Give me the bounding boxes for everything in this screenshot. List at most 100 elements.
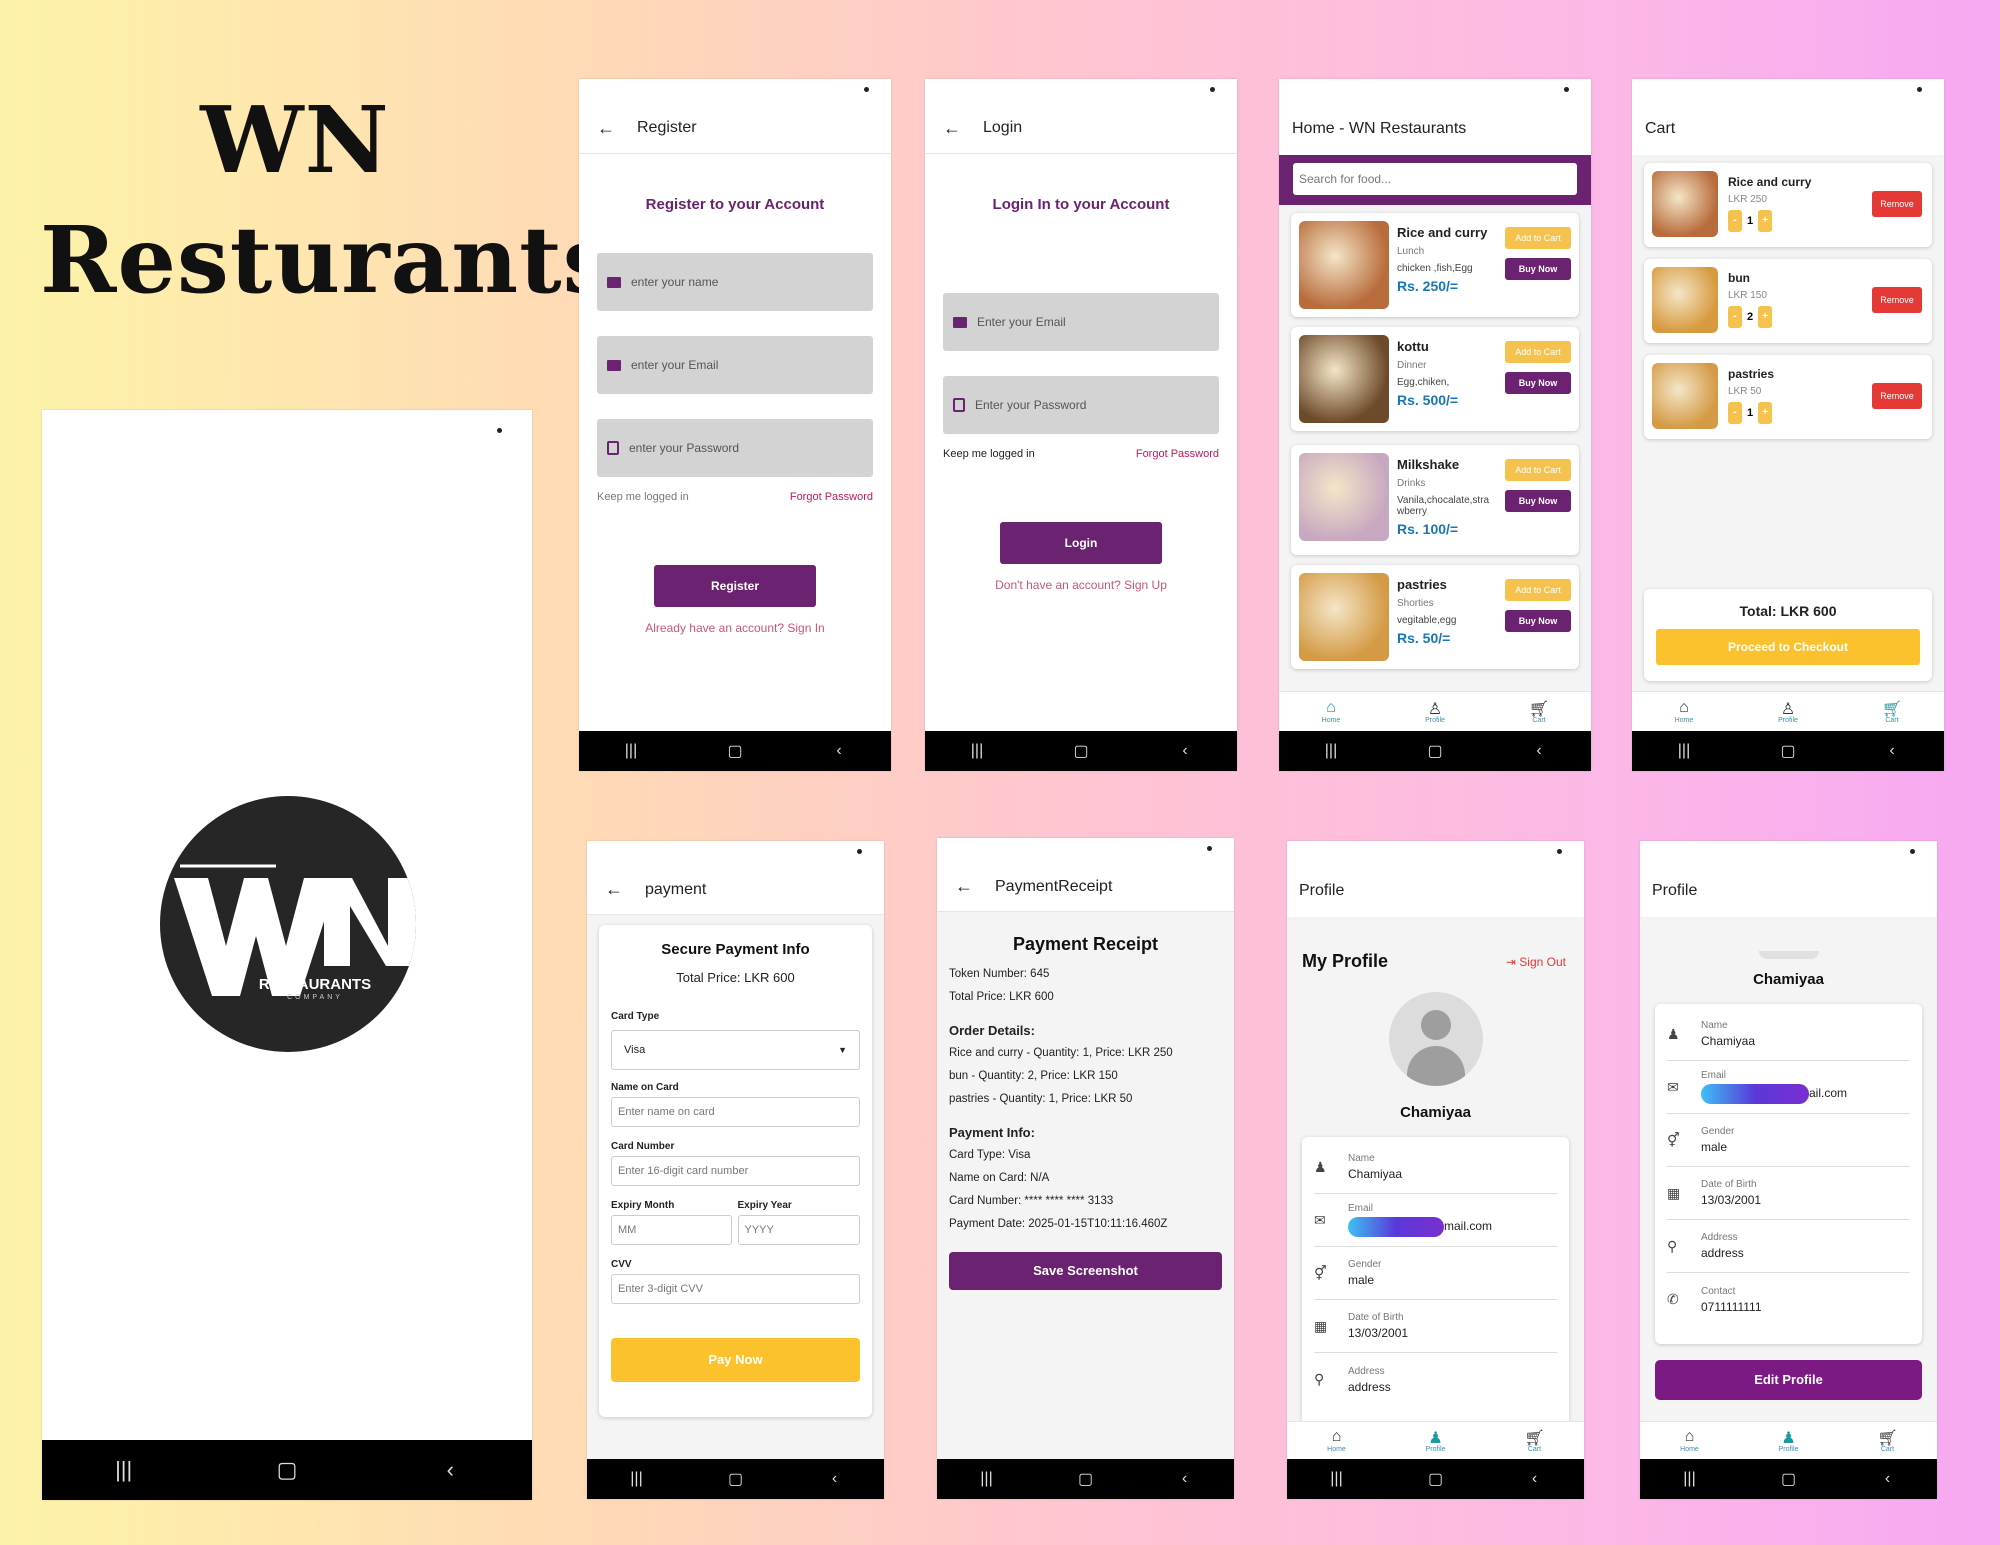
nav-profile[interactable]: ♙ Profile bbox=[1763, 699, 1813, 724]
increase-qty-button[interactable]: + bbox=[1758, 306, 1773, 328]
nav-profile[interactable]: ♟ Profile bbox=[1764, 1428, 1814, 1453]
location-icon: ⚲ bbox=[1667, 1237, 1678, 1254]
increase-qty-button[interactable]: + bbox=[1758, 210, 1773, 232]
save-screenshot-button[interactable]: Save Screenshot bbox=[949, 1252, 1222, 1290]
home-circle-icon[interactable]: ▢ bbox=[1066, 1469, 1106, 1489]
register-button[interactable]: Register bbox=[654, 565, 816, 607]
logout-icon: ⇥ bbox=[1505, 954, 1516, 969]
nav-cart[interactable]: 🛒︎ Cart bbox=[1867, 699, 1917, 724]
recent-icon[interactable]: ||| bbox=[1664, 742, 1704, 760]
expiry-month-input[interactable]: MM bbox=[611, 1215, 732, 1245]
back-arrow-icon[interactable]: ← bbox=[955, 876, 973, 897]
home-circle-icon[interactable]: ▢ bbox=[1061, 741, 1101, 761]
nav-home[interactable]: ⌂ Home bbox=[1665, 1428, 1715, 1453]
recent-icon[interactable]: ||| bbox=[104, 1457, 144, 1483]
remove-button[interactable]: Remove bbox=[1872, 287, 1922, 313]
home-circle-icon[interactable]: ▢ bbox=[716, 1469, 756, 1489]
name-field[interactable]: enter your name bbox=[597, 253, 873, 311]
home-circle-icon[interactable]: ▢ bbox=[267, 1457, 307, 1483]
nav-cart[interactable]: 🛒︎ Cart bbox=[1863, 1428, 1913, 1453]
increase-qty-button[interactable]: + bbox=[1758, 402, 1773, 424]
recent-icon[interactable]: ||| bbox=[1317, 1470, 1357, 1488]
home-circle-icon[interactable]: ▢ bbox=[1769, 1469, 1809, 1489]
recent-icon[interactable]: ||| bbox=[957, 742, 997, 760]
person-icon: ♙ bbox=[1427, 701, 1443, 718]
password-field[interactable]: Enter your Password bbox=[943, 376, 1219, 434]
decrease-qty-button[interactable]: - bbox=[1728, 210, 1742, 232]
back-icon[interactable]: ‹ bbox=[1165, 1470, 1205, 1488]
forgot-password-link[interactable]: Forgot Password bbox=[1136, 448, 1219, 460]
back-icon[interactable]: ‹ bbox=[1165, 742, 1205, 760]
back-arrow-icon[interactable]: ← bbox=[597, 118, 615, 139]
decrease-qty-button[interactable]: - bbox=[1728, 402, 1742, 424]
back-icon[interactable]: ‹ bbox=[1868, 1470, 1908, 1488]
buy-now-button[interactable]: Buy Now bbox=[1505, 258, 1571, 280]
add-to-cart-button[interactable]: Add to Cart bbox=[1505, 341, 1571, 363]
add-to-cart-button[interactable]: Add to Cart bbox=[1505, 459, 1571, 481]
back-icon[interactable]: ‹ bbox=[1519, 742, 1559, 760]
page-title: Register bbox=[637, 119, 697, 136]
back-icon[interactable]: ‹ bbox=[430, 1457, 470, 1483]
recent-icon[interactable]: ||| bbox=[967, 1470, 1007, 1488]
pay-now-button[interactable]: Pay Now bbox=[611, 1338, 860, 1382]
recent-icon[interactable]: ||| bbox=[1311, 742, 1351, 760]
forgot-password-link[interactable]: Forgot Password bbox=[790, 491, 873, 503]
recent-icon[interactable]: ||| bbox=[617, 1470, 657, 1488]
buy-now-button[interactable]: Buy Now bbox=[1505, 490, 1571, 512]
add-to-cart-button[interactable]: Add to Cart bbox=[1505, 579, 1571, 601]
back-icon[interactable]: ‹ bbox=[815, 1470, 855, 1488]
search-input[interactable]: Search for food... bbox=[1293, 163, 1577, 195]
remove-button[interactable]: Remove bbox=[1872, 383, 1922, 409]
keep-logged-in[interactable]: Keep me logged in bbox=[943, 448, 1035, 460]
email-field[interactable]: enter your Email bbox=[597, 336, 873, 394]
cvv-input[interactable]: Enter 3-digit CVV bbox=[611, 1274, 860, 1304]
food-card[interactable]: kottu Dinner Egg,chiken, Rs. 500/= Add to Ca… bbox=[1291, 327, 1579, 431]
email-field[interactable]: Enter your Email bbox=[943, 293, 1219, 351]
back-icon[interactable]: ‹ bbox=[1515, 1470, 1555, 1488]
recent-icon[interactable]: ||| bbox=[611, 742, 651, 760]
password-field[interactable]: enter your Password bbox=[597, 419, 873, 477]
card-type-select[interactable]: Visa ▼ bbox=[611, 1030, 860, 1070]
login-button[interactable]: Login bbox=[1000, 522, 1162, 564]
food-card[interactable]: pastries Shorties vegitable,egg Rs. 50/= Add… bbox=[1291, 565, 1579, 669]
keep-logged-in[interactable]: Keep me logged in bbox=[597, 491, 689, 503]
register-heading: Register to your Account bbox=[645, 196, 825, 213]
back-arrow-icon[interactable]: ← bbox=[605, 879, 623, 900]
decrease-qty-button[interactable]: - bbox=[1728, 306, 1742, 328]
nav-profile[interactable]: ♟ Profile bbox=[1411, 1428, 1461, 1453]
sign-in-link[interactable]: Already have an account? Sign In bbox=[579, 621, 891, 635]
card-number-input[interactable]: Enter 16-digit card number bbox=[611, 1156, 860, 1186]
back-icon[interactable]: ‹ bbox=[819, 742, 859, 760]
recent-icon[interactable]: ||| bbox=[1670, 1470, 1710, 1488]
cart-qty: 1 bbox=[1747, 215, 1754, 227]
home-circle-icon[interactable]: ▢ bbox=[1415, 741, 1455, 761]
sign-out-button[interactable]: ⇥ Sign Out bbox=[1506, 955, 1566, 969]
expiry-year-input[interactable]: YYYY bbox=[737, 1215, 860, 1245]
remove-button[interactable]: Remove bbox=[1872, 191, 1922, 217]
food-card[interactable]: Milkshake Drinks Vanila,chocalate,stra wbe… bbox=[1291, 445, 1579, 555]
buy-now-button[interactable]: Buy Now bbox=[1505, 372, 1571, 394]
user-name: Chamiyaa bbox=[1753, 971, 1824, 988]
sign-up-link[interactable]: Don't have an account? Sign Up bbox=[925, 578, 1237, 592]
checkout-button[interactable]: Proceed to Checkout bbox=[1656, 629, 1920, 665]
nav-home[interactable]: ⌂ Home bbox=[1659, 699, 1709, 724]
nav-cart[interactable]: 🛒︎ Cart bbox=[1514, 699, 1564, 724]
name-on-card-input[interactable]: Enter name on card bbox=[611, 1097, 860, 1127]
buy-now-button[interactable]: Buy Now bbox=[1505, 610, 1571, 632]
nav-cart[interactable]: 🛒︎ Cart bbox=[1510, 1428, 1560, 1453]
system-nav: ||| ▢ ‹ bbox=[925, 731, 1237, 771]
home-circle-icon[interactable]: ▢ bbox=[1416, 1469, 1456, 1489]
home-circle-icon[interactable]: ▢ bbox=[715, 741, 755, 761]
back-arrow-icon[interactable]: ← bbox=[943, 118, 961, 139]
cart-icon: 🛒︎ bbox=[1528, 701, 1550, 718]
nav-home[interactable]: ⌂ Home bbox=[1306, 699, 1356, 724]
nav-home[interactable]: ⌂ Home bbox=[1312, 1428, 1362, 1453]
nav-profile[interactable]: ♙ Profile bbox=[1410, 699, 1460, 724]
page-title: Login bbox=[983, 119, 1023, 136]
edit-profile-button[interactable]: Edit Profile bbox=[1655, 1360, 1922, 1400]
food-card[interactable]: Rice and curry Lunch chicken ,fish,Egg Rs. … bbox=[1291, 213, 1579, 317]
back-icon[interactable]: ‹ bbox=[1872, 742, 1912, 760]
cart-qty: 2 bbox=[1747, 311, 1754, 323]
home-circle-icon[interactable]: ▢ bbox=[1768, 741, 1808, 761]
add-to-cart-button[interactable]: Add to Cart bbox=[1505, 227, 1571, 249]
